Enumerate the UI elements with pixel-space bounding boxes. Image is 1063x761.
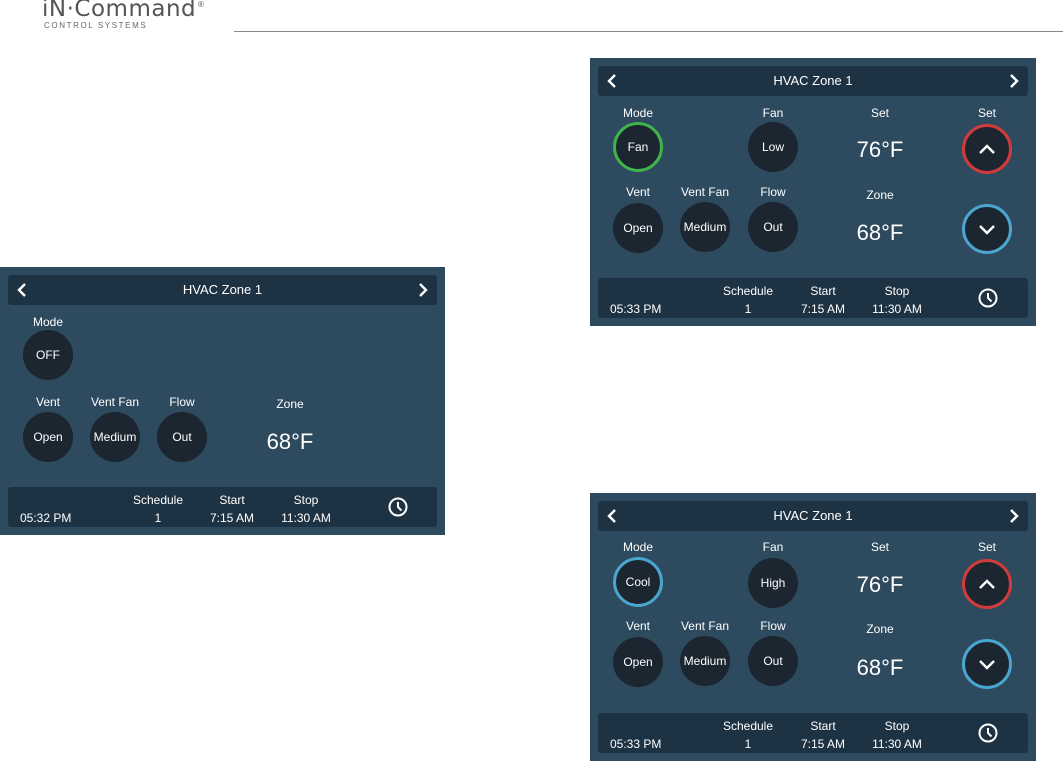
schedule-value: 1	[154, 511, 162, 525]
schedule-footer: 05:33 PM Schedule 1 Start 7:15 AM Stop 1…	[598, 278, 1028, 318]
stop-value: 11:30 AM	[872, 737, 922, 751]
zone-temperature: 68°F	[856, 655, 904, 680]
set-arrows-label: Set	[977, 540, 996, 554]
stop-label: Stop	[293, 493, 319, 507]
stop-value: 11:30 AM	[281, 511, 331, 525]
set-label: Set	[870, 540, 889, 554]
stop-value: 11:30 AM	[872, 302, 922, 316]
chevron-right-icon[interactable]	[415, 282, 431, 298]
schedule-value: 1	[744, 737, 752, 751]
clock-icon[interactable]	[388, 497, 408, 517]
hvac-panel-fan: HVAC Zone 1 Mode Fan Fan Low Set 76°F Se…	[590, 58, 1036, 326]
chevron-down-icon	[979, 660, 995, 670]
chevron-right-icon[interactable]	[1006, 508, 1022, 524]
flow-label: Flow	[169, 395, 195, 409]
panel-title: HVAC Zone 1	[773, 73, 853, 88]
panel-title: HVAC Zone 1	[182, 282, 263, 297]
vent-button[interactable]: Open	[613, 203, 663, 253]
hvac-panel-cool: HVAC Zone 1 Mode Cool Fan High Set 76°F …	[590, 493, 1036, 761]
current-time: 05:33 PM	[610, 737, 662, 751]
brand-tagline: CONTROL SYSTEMS	[44, 21, 148, 30]
vent-fan-button[interactable]: Medium	[90, 412, 140, 462]
panel-header: HVAC Zone 1	[8, 275, 437, 305]
vent-button[interactable]: Open	[613, 637, 663, 687]
clock-icon[interactable]	[978, 723, 998, 743]
mode-label: Mode	[622, 540, 654, 554]
schedule-label: Schedule	[722, 284, 774, 298]
zone-label: Zone	[276, 397, 304, 411]
set-label: Set	[870, 106, 889, 120]
zone-label: Zone	[866, 622, 894, 636]
zone-label: Zone	[866, 188, 894, 202]
panel-header: HVAC Zone 1	[598, 501, 1028, 531]
start-label: Start	[219, 493, 245, 507]
mode-button[interactable]: OFF	[23, 330, 73, 380]
brand-name: iN·Command	[42, 0, 197, 22]
flow-label: Flow	[760, 619, 786, 633]
schedule-label: Schedule	[722, 719, 774, 733]
flow-button[interactable]: Out	[157, 412, 207, 462]
vent-fan-button[interactable]: Medium	[680, 202, 730, 252]
chevron-up-icon	[979, 144, 995, 154]
start-value: 7:15 AM	[209, 511, 255, 525]
mode-label: Mode	[622, 106, 654, 120]
mode-label: Mode	[32, 315, 64, 329]
current-time: 05:32 PM	[20, 511, 72, 525]
schedule-footer: 05:32 PM Schedule 1 Start 7:15 AM Stop 1…	[8, 487, 437, 527]
start-value: 7:15 AM	[800, 302, 846, 316]
set-temperature: 76°F	[856, 137, 904, 162]
flow-button[interactable]: Out	[748, 636, 798, 686]
start-label: Start	[810, 284, 836, 298]
schedule-footer: 05:33 PM Schedule 1 Start 7:15 AM Stop 1…	[598, 713, 1028, 753]
temp-up-button[interactable]	[962, 124, 1012, 174]
fan-label: Fan	[762, 540, 784, 554]
stop-label: Stop	[884, 719, 910, 733]
brand-registered-mark: ®	[198, 0, 204, 9]
fan-button[interactable]: Low	[748, 122, 798, 172]
vent-fan-button[interactable]: Medium	[680, 636, 730, 686]
vent-button[interactable]: Open	[23, 412, 73, 462]
chevron-up-icon	[979, 579, 995, 589]
set-temperature: 76°F	[856, 572, 904, 597]
schedule-label: Schedule	[132, 493, 184, 507]
temp-down-button[interactable]	[962, 639, 1012, 689]
mode-button[interactable]: Cool	[613, 557, 663, 607]
zone-temperature: 68°F	[266, 429, 314, 454]
current-time: 05:33 PM	[610, 302, 662, 316]
start-value: 7:15 AM	[800, 737, 846, 751]
fan-button[interactable]: High	[748, 558, 798, 608]
brand-logo: iN·Command ® CONTROL SYSTEMS	[42, 0, 212, 34]
stop-label: Stop	[884, 284, 910, 298]
temp-up-button[interactable]	[962, 559, 1012, 609]
clock-icon[interactable]	[978, 288, 998, 308]
chevron-right-icon[interactable]	[1006, 73, 1022, 89]
schedule-value: 1	[744, 302, 752, 316]
flow-button[interactable]: Out	[748, 202, 798, 252]
header-divider	[234, 31, 1063, 32]
panel-title: HVAC Zone 1	[773, 508, 853, 523]
zone-temperature: 68°F	[856, 220, 904, 245]
chevron-down-icon	[979, 225, 995, 235]
set-arrows-label: Set	[977, 106, 996, 120]
panel-header: HVAC Zone 1	[598, 66, 1028, 96]
fan-label: Fan	[762, 106, 784, 120]
start-label: Start	[810, 719, 836, 733]
mode-button[interactable]: Fan	[613, 122, 663, 172]
flow-label: Flow	[760, 185, 786, 199]
temp-down-button[interactable]	[962, 204, 1012, 254]
hvac-panel-off: HVAC Zone 1 Mode OFF Vent Open Vent Fan …	[0, 267, 445, 535]
